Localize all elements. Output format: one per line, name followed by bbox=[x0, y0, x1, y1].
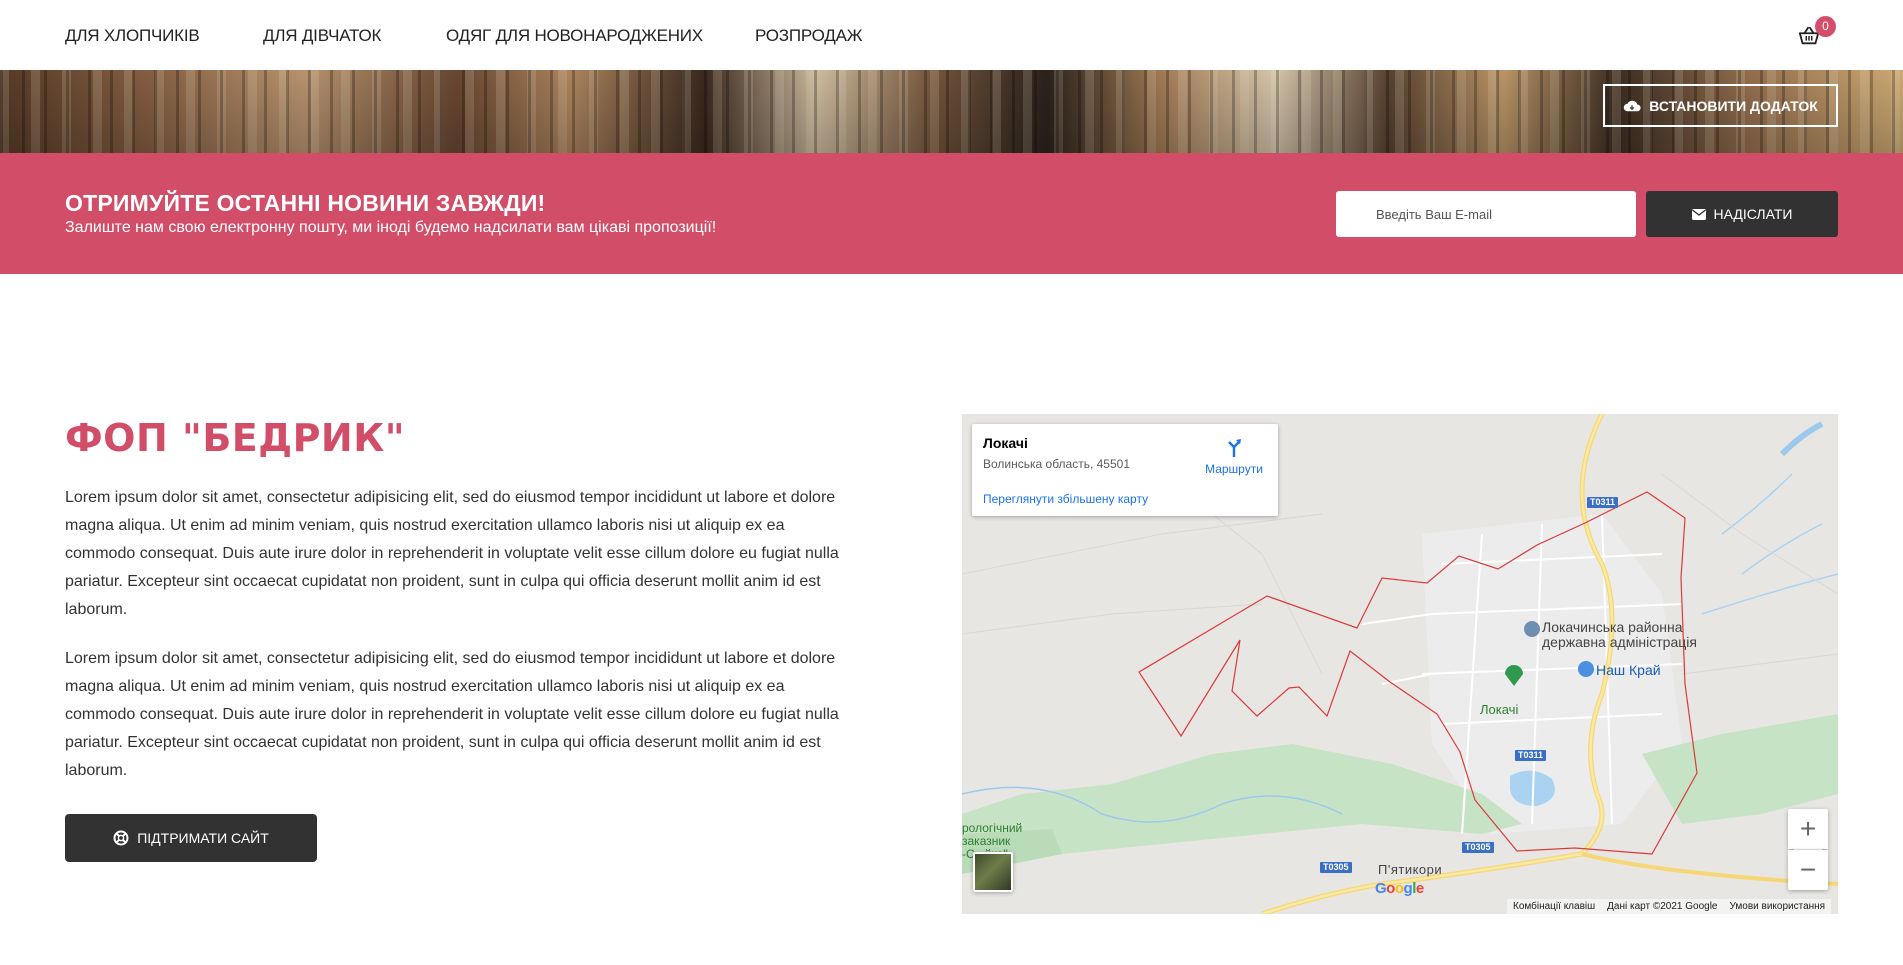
about-paragraph-2: Lorem ipsum dolor sit amet, consectetur … bbox=[65, 650, 839, 779]
nav-item-newborn[interactable]: ОДЯГ ДЛЯ НОВОНАРОДЖЕНИХ bbox=[446, 26, 703, 46]
directions-button[interactable]: Маршрути bbox=[1200, 436, 1268, 476]
zoom-in-button[interactable]: + bbox=[1788, 809, 1828, 849]
place-title: Локачі bbox=[983, 435, 1028, 451]
email-input[interactable] bbox=[1336, 191, 1636, 237]
about-paragraph-1: Lorem ipsum dolor sit amet, consectetur … bbox=[65, 489, 839, 618]
install-app-button[interactable]: ВСТАНОВИТИ ДОДАТОК bbox=[1603, 84, 1838, 127]
lifebuoy-icon bbox=[113, 830, 129, 846]
nav-item-girls[interactable]: ДЛЯ ДІВЧАТОК bbox=[263, 26, 381, 46]
newsletter-title: ОТРИМУЙТЕ ОСТАННІ НОВИНИ ЗАВЖДИ! bbox=[65, 190, 546, 216]
cloud-download-icon bbox=[1624, 100, 1641, 111]
map-label-village: П'ятикори bbox=[1378, 862, 1443, 877]
terms-link[interactable]: Умови використання bbox=[1730, 901, 1826, 912]
top-navigation: ДЛЯ ХЛОПЧИКІВ ДЛЯ ДІВЧАТОК ОДЯГ ДЛЯ НОВО… bbox=[0, 0, 1903, 70]
road-badge: T0311 bbox=[1515, 750, 1547, 761]
road-badge: T0311 bbox=[1587, 497, 1619, 508]
map-attribution-bar: Комбінації клавіш Дані карт ©2021 Google… bbox=[1507, 899, 1832, 914]
road-badge: T0305 bbox=[1462, 842, 1494, 853]
cart-count-badge: 0 bbox=[1815, 16, 1836, 37]
map-label-town: Локачі bbox=[1480, 702, 1519, 717]
map-label-administration: Локачинська районна державна адміністрац… bbox=[1542, 619, 1697, 650]
envelope-icon bbox=[1691, 208, 1706, 220]
nav-item-sale[interactable]: РОЗПРОДАЖ bbox=[755, 26, 862, 46]
zoom-out-button[interactable]: − bbox=[1788, 850, 1828, 890]
nav-item-boys[interactable]: ДЛЯ ХЛОПЧИКІВ bbox=[65, 26, 200, 46]
company-heading: ФОП "БЕДРИК" bbox=[65, 416, 406, 460]
google-map[interactable]: Локачі Волинська область, 45501 Переглян… bbox=[962, 414, 1838, 914]
install-app-label: ВСТАНОВИТИ ДОДАТОК bbox=[1649, 97, 1818, 114]
larger-map-link[interactable]: Переглянути збільшену карту bbox=[983, 492, 1148, 506]
send-button-label: НАДІСЛАТИ bbox=[1713, 206, 1793, 222]
newsletter-subtitle: Залиште нам свою електронну пошту, ми ін… bbox=[65, 219, 717, 236]
google-logo: Google bbox=[1375, 880, 1424, 897]
support-site-label: ПІДТРИМАТИ САЙТ bbox=[137, 830, 269, 846]
support-site-button[interactable]: ПІДТРИМАТИ САЙТ bbox=[65, 814, 317, 862]
directions-label: Маршрути bbox=[1205, 462, 1263, 476]
place-info-card: Локачі Волинська область, 45501 Переглян… bbox=[972, 424, 1278, 516]
map-data-credit: Дані карт ©2021 Google bbox=[1607, 901, 1718, 912]
send-button[interactable]: НАДІСЛАТИ bbox=[1646, 191, 1838, 237]
keyboard-shortcuts-link[interactable]: Комбінації клавіш bbox=[1513, 901, 1595, 912]
satellite-view-toggle[interactable] bbox=[973, 852, 1013, 892]
directions-icon bbox=[1228, 439, 1241, 457]
map-label-shop: Наш Край bbox=[1596, 662, 1661, 678]
place-address: Волинська область, 45501 bbox=[983, 457, 1130, 471]
road-badge: T0305 bbox=[1320, 862, 1352, 873]
